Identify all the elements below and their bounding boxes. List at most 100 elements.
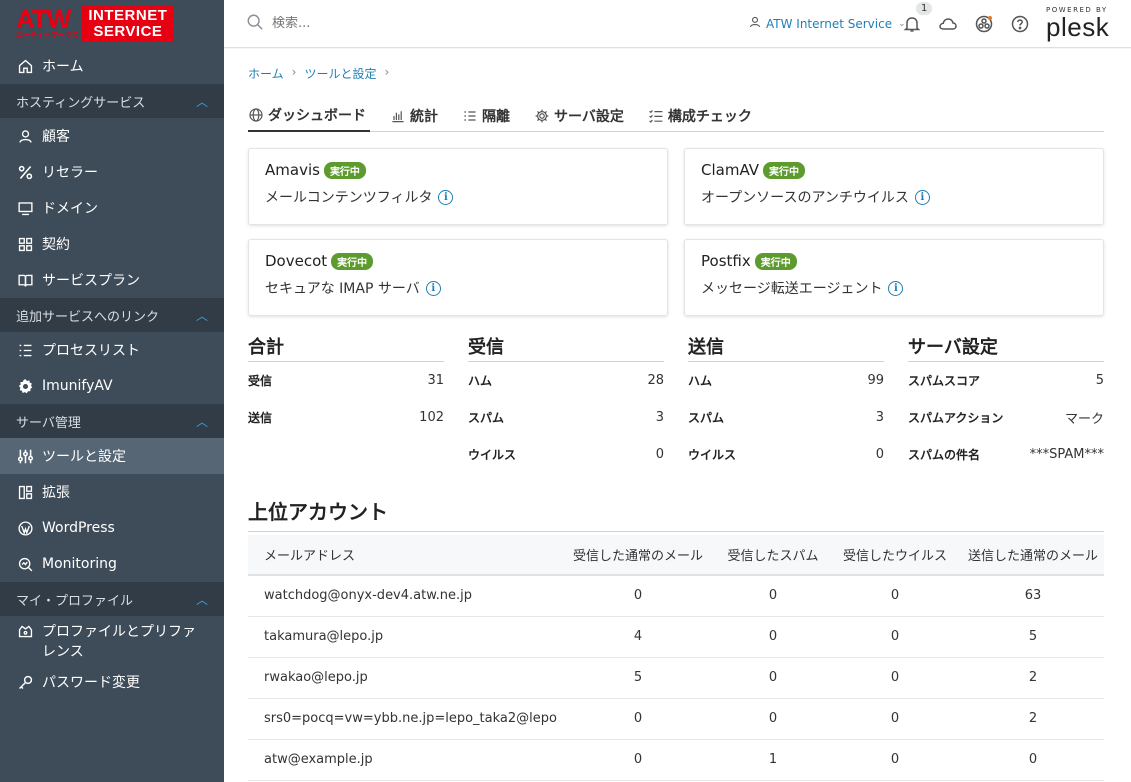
info-icon[interactable]: i bbox=[425, 280, 441, 296]
cell-value: 0 bbox=[718, 698, 828, 740]
sidebar-item-profile[interactable]: プロファイルとプリファレンス bbox=[0, 616, 224, 664]
sidebar-item-tools-settings[interactable]: ツールと設定 bbox=[0, 438, 224, 474]
status-badge: 実行中 bbox=[323, 161, 366, 179]
section-title: マイ・プロファイル bbox=[16, 593, 134, 609]
sidebar-item-resellers[interactable]: リセラー bbox=[0, 154, 224, 190]
sidebar-section-hosting[interactable]: ホスティングサービス ︿ bbox=[0, 84, 224, 118]
tab-quarantine[interactable]: 隔離 bbox=[462, 106, 514, 132]
checklist-icon bbox=[649, 110, 663, 123]
logo-atw: ATW エーティーワークス bbox=[16, 4, 79, 39]
stat-row: 送信 102 bbox=[248, 399, 444, 436]
table-row: watchdog@onyx-dev4.atw.ne.jp 0 0 0 63 bbox=[248, 575, 1104, 617]
stats-total: 合計 受信 31 送信 102 bbox=[248, 333, 444, 436]
sidebar-item-extensions[interactable]: 拡張 bbox=[0, 474, 224, 510]
stats-sent: 送信 ハム 99 スパム 3 ウイルス 0 bbox=[688, 333, 884, 473]
cloud-icon[interactable] bbox=[938, 14, 958, 34]
stat-row: ウイルス 0 bbox=[688, 436, 884, 473]
tab-statistics[interactable]: 統計 bbox=[390, 106, 442, 132]
info-icon[interactable]: i bbox=[438, 189, 454, 205]
account-name: ATW Internet Service bbox=[766, 16, 893, 31]
stats-title: 合計 bbox=[248, 333, 444, 362]
cell-value: 0 bbox=[718, 657, 828, 699]
cell-email: srs0=pocq=vw=ybb.ne.jp=lepo_taka2@lepo.j… bbox=[248, 698, 558, 740]
stat-value: 5 bbox=[1095, 373, 1104, 388]
column-header[interactable]: メールアドレス bbox=[248, 535, 558, 576]
tab-server-settings[interactable]: サーバ設定 bbox=[534, 106, 628, 132]
breadcrumb-tools-settings[interactable]: ツールと設定 bbox=[304, 65, 376, 82]
list-icon bbox=[16, 341, 34, 359]
sidebar-item-wordpress[interactable]: WordPress bbox=[0, 510, 224, 546]
sidebar-section-server-management[interactable]: サーバ管理 ︿ bbox=[0, 404, 224, 438]
sidebar-section-links[interactable]: 追加サービスへのリンク ︿ bbox=[0, 298, 224, 332]
column-header[interactable]: 受信したウイルス bbox=[828, 535, 962, 576]
sidebar-item-label: リセラー bbox=[42, 165, 98, 181]
stat-value: 102 bbox=[419, 410, 444, 425]
chevron-right-icon: › bbox=[291, 65, 297, 79]
sidebar-item-customers[interactable]: 顧客 bbox=[0, 118, 224, 154]
sidebar-item-label: プロセスリスト bbox=[42, 343, 140, 359]
tab-label: 構成チェック bbox=[667, 109, 752, 125]
stat-row: 受信 31 bbox=[248, 362, 444, 399]
plesk-wordmark: plesk bbox=[1046, 12, 1110, 42]
chevron-up-icon: ︿ bbox=[195, 94, 208, 109]
cell-value: 0 bbox=[828, 657, 962, 699]
sidebar-section-my-profile[interactable]: マイ・プロファイル ︿ bbox=[0, 582, 224, 616]
tab-dashboard[interactable]: ダッシュボード bbox=[248, 106, 370, 132]
service-description: オープンソースのアンチウイルス bbox=[701, 190, 909, 206]
cell-email: atw@example.jp bbox=[248, 739, 558, 781]
breadcrumb-home[interactable]: ホーム bbox=[248, 65, 284, 82]
stat-key: 受信 bbox=[248, 374, 273, 388]
top-accounts-table: メールアドレス 受信した通常のメール 受信したスパム 受信したウイルス 送信した… bbox=[248, 535, 1104, 781]
monitor-icon bbox=[16, 199, 34, 217]
sidebar-item-change-password[interactable]: パスワード変更 bbox=[0, 664, 224, 700]
chevron-right-icon: › bbox=[384, 65, 390, 79]
community-icon[interactable] bbox=[974, 14, 994, 34]
table-header-row: メールアドレス 受信した通常のメール 受信したスパム 受信したウイルス 送信した… bbox=[248, 535, 1104, 576]
sidebar-item-label: ツールと設定 bbox=[42, 449, 126, 465]
sidebar-item-label: 顧客 bbox=[42, 129, 70, 145]
info-icon[interactable]: i bbox=[914, 189, 930, 205]
brand-logo[interactable]: ATW エーティーワークス INTERNET SERVICE bbox=[0, 0, 224, 48]
sidebar-item-label: ImunifyAV bbox=[42, 378, 113, 394]
bell-icon[interactable] bbox=[902, 14, 922, 34]
help-icon[interactable] bbox=[1010, 14, 1030, 34]
info-icon[interactable]: i bbox=[888, 280, 904, 296]
sidebar-item-domains[interactable]: ドメイン bbox=[0, 190, 224, 226]
account-menu[interactable]: ATW Internet Service ⌄ bbox=[748, 15, 906, 32]
stat-row: ハム 99 bbox=[688, 362, 884, 399]
section-title: ホスティングサービス bbox=[16, 95, 146, 111]
stat-row: スパムスコア 5 bbox=[908, 362, 1104, 399]
sidebar-item-process-list[interactable]: プロセスリスト bbox=[0, 332, 224, 368]
user-icon bbox=[748, 15, 766, 32]
monitoring-icon bbox=[16, 555, 34, 573]
stat-key: スパム bbox=[688, 411, 725, 425]
sidebar-item-imunifyav[interactable]: ImunifyAV bbox=[0, 368, 224, 404]
cell-email: takamura@lepo.jp bbox=[248, 616, 558, 658]
book-icon bbox=[16, 271, 34, 289]
sidebar-item-subscriptions[interactable]: 契約 bbox=[0, 226, 224, 262]
plesk-logo[interactable]: POWERED BY plesk bbox=[1046, 6, 1109, 40]
percent-icon bbox=[16, 163, 34, 181]
search-box[interactable] bbox=[246, 13, 706, 35]
sidebar-item-home[interactable]: ホーム bbox=[0, 48, 224, 84]
service-card-amavis: Amavis 実行中 メールコンテンツフィルタ i bbox=[248, 148, 668, 225]
stat-value: 28 bbox=[647, 373, 664, 388]
column-header[interactable]: 送信した通常のメール bbox=[962, 535, 1104, 576]
table-row: rwakao@lepo.jp 5 0 0 2 bbox=[248, 657, 1104, 699]
tab-label: 統計 bbox=[410, 109, 438, 125]
sidebar-item-service-plans[interactable]: サービスプラン bbox=[0, 262, 224, 298]
search-input[interactable] bbox=[272, 16, 672, 31]
column-header[interactable]: 受信した通常のメール bbox=[558, 535, 718, 576]
cell-value: 0 bbox=[828, 739, 962, 781]
cell-value: 0 bbox=[718, 616, 828, 658]
cell-value: 63 bbox=[962, 575, 1104, 617]
tab-config-check[interactable]: 構成チェック bbox=[648, 106, 756, 132]
service-description: メッセージ転送エージェント bbox=[701, 281, 883, 297]
service-name: Amavis bbox=[265, 161, 320, 179]
sidebar-item-monitoring[interactable]: Monitoring bbox=[0, 546, 224, 582]
column-header[interactable]: 受信したスパム bbox=[718, 535, 828, 576]
stats-server-settings: サーバ設定 スパムスコア 5 スパムアクション マーク スパムの件名 ***SPAM*… bbox=[908, 333, 1104, 473]
home-icon bbox=[16, 57, 34, 75]
cell-value: 2 bbox=[962, 657, 1104, 699]
cell-value: 0 bbox=[558, 698, 718, 740]
